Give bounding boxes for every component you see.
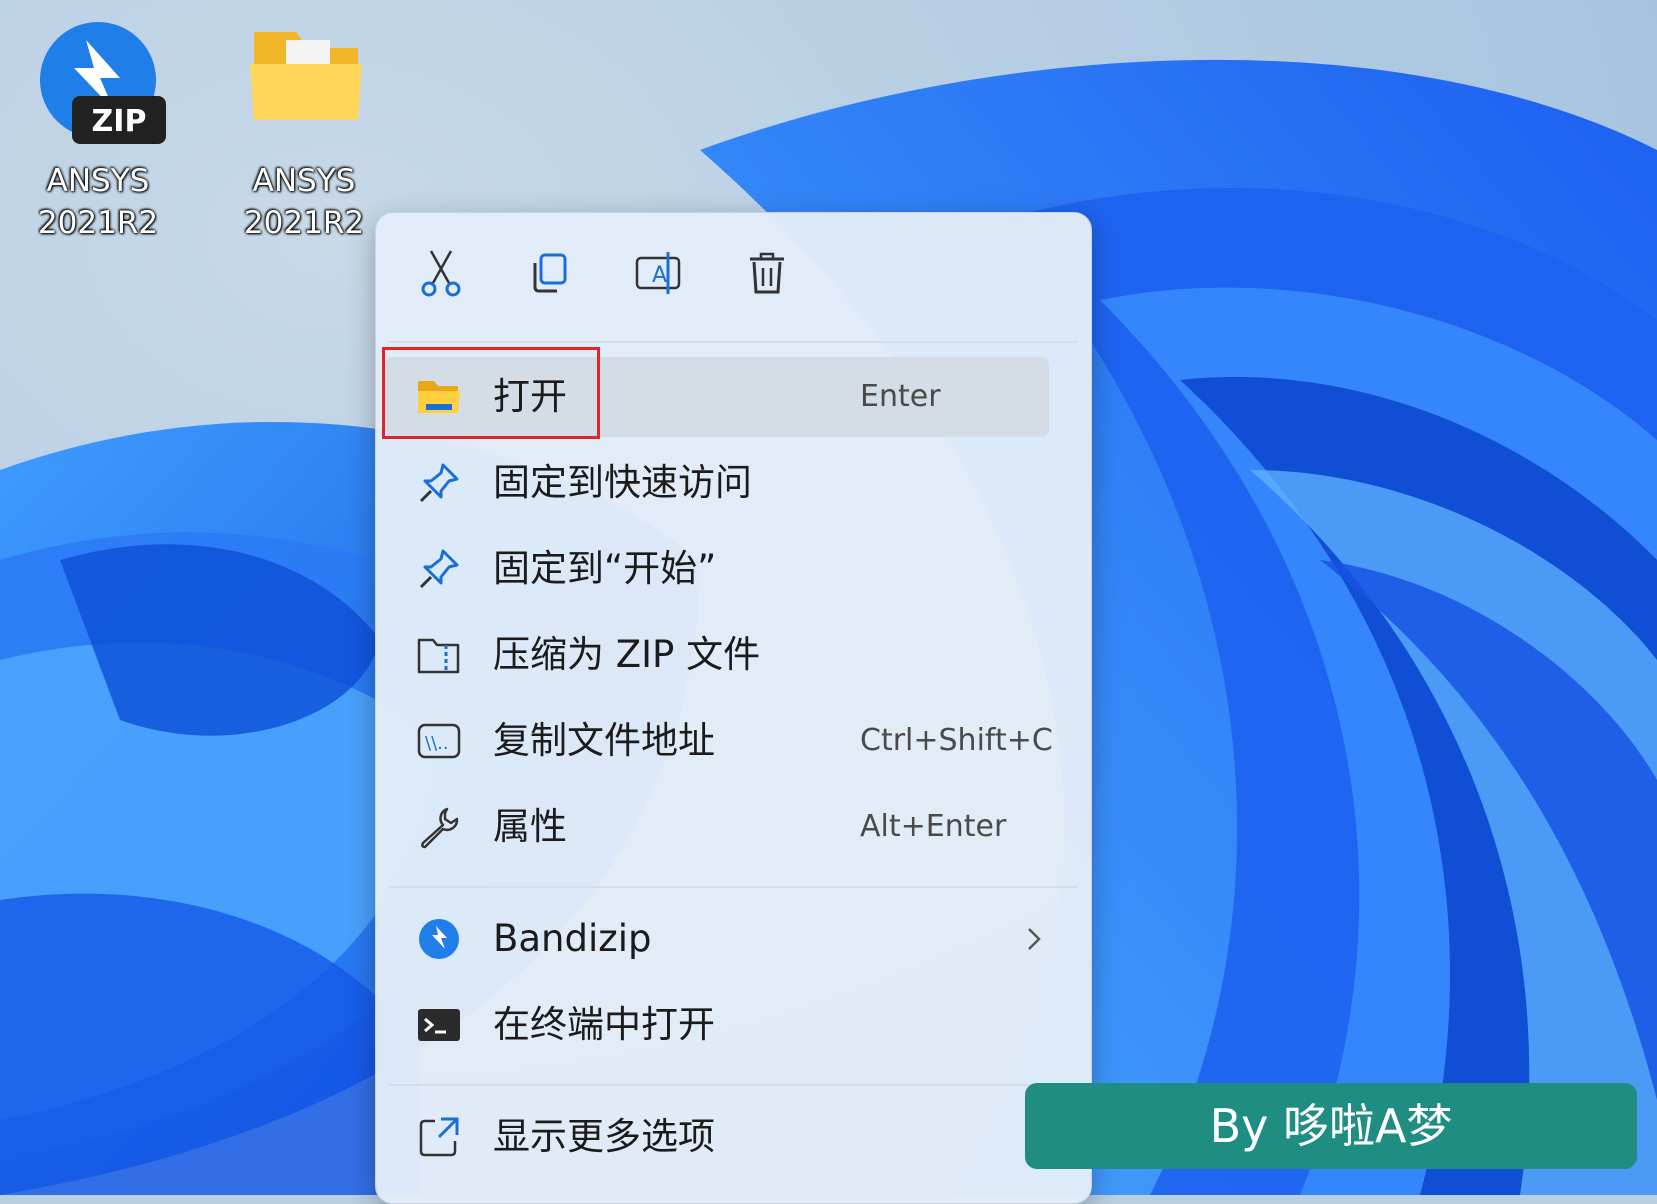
copy-icon — [527, 251, 571, 299]
menu-item-shortcut: Enter — [860, 379, 941, 414]
menu-item-label: 在终端中打开 — [493, 1003, 715, 1046]
menu-item-open-terminal[interactable]: 在终端中打开 — [384, 985, 1049, 1065]
menu-item-label: 固定到快速访问 — [493, 461, 752, 504]
desktop-icon-folder[interactable]: ANSYS 2021R2 — [224, 20, 384, 241]
menu-separator — [388, 886, 1078, 888]
menu-separator — [388, 341, 1078, 343]
context-menu-toolbar: A — [376, 213, 1091, 341]
menu-item-bandizip[interactable]: Bandizip — [384, 899, 1049, 979]
watermark-badge: By 哆啦A梦 — [1025, 1083, 1637, 1169]
menu-item-label: 属性 — [493, 805, 567, 848]
cut-button[interactable] — [409, 243, 473, 307]
menu-item-label: 压缩为 ZIP 文件 — [493, 633, 761, 676]
zip-folder-icon — [416, 633, 462, 677]
menu-item-label: 复制文件地址 — [493, 719, 715, 762]
menu-item-shortcut: Alt+Enter — [860, 809, 1007, 844]
svg-text:ZIP: ZIP — [92, 104, 147, 139]
chevron-right-icon — [1024, 925, 1044, 957]
menu-item-show-more-options[interactable]: 显示更多选项 — [384, 1097, 1049, 1177]
wrench-icon — [416, 805, 462, 849]
terminal-icon — [416, 1003, 462, 1047]
svg-text:A: A — [652, 263, 667, 288]
pin-icon — [416, 547, 462, 591]
desktop-icon-zip-archive[interactable]: ZIP ANSYS 2021R2 — [18, 20, 178, 241]
menu-item-pin-quick-access[interactable]: 固定到快速访问 — [384, 443, 1049, 523]
menu-item-copy-path[interactable]: \\.. 复制文件地址 Ctrl+Shift+C — [384, 701, 1053, 781]
delete-button[interactable] — [735, 243, 799, 307]
menu-item-label: 显示更多选项 — [493, 1115, 715, 1158]
trash-icon — [746, 250, 788, 300]
rename-button[interactable]: A — [626, 243, 690, 307]
menu-item-compress-zip[interactable]: 压缩为 ZIP 文件 — [384, 615, 1049, 695]
bandizip-icon — [416, 917, 462, 961]
desktop-icon-label: ANSYS 2021R2 — [37, 163, 159, 241]
svg-text:\\..: \\.. — [425, 733, 449, 754]
more-options-icon — [416, 1115, 462, 1159]
menu-item-properties[interactable]: 属性 Alt+Enter — [384, 787, 1049, 867]
copy-button[interactable] — [517, 243, 581, 307]
menu-item-shortcut: Ctrl+Shift+C — [860, 723, 1053, 758]
menu-item-label: Bandizip — [493, 917, 652, 960]
menu-item-pin-start[interactable]: 固定到“开始” — [384, 529, 1049, 609]
pin-icon — [416, 461, 462, 505]
menu-item-label: 固定到“开始” — [493, 547, 717, 590]
rename-icon: A — [634, 250, 682, 300]
path-icon: \\.. — [416, 719, 462, 763]
annotation-highlight-box — [382, 347, 600, 439]
desktop-icon-label: ANSYS 2021R2 — [243, 163, 365, 241]
menu-separator — [388, 1084, 1078, 1086]
bandizip-zip-icon: ZIP — [28, 20, 168, 149]
folder-icon — [234, 20, 374, 149]
scissors-icon — [419, 249, 463, 301]
